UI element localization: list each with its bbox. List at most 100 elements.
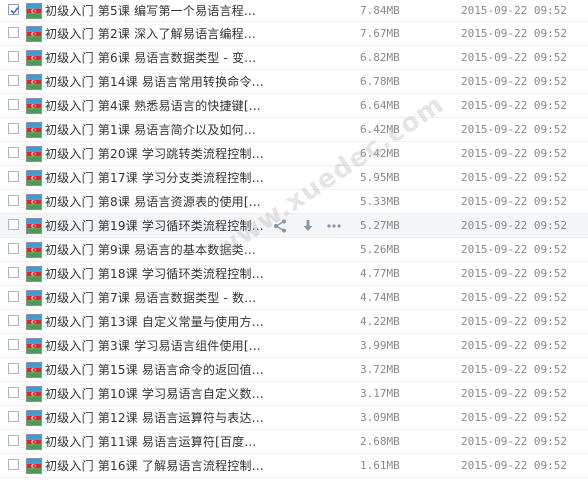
row-checkbox[interactable]	[8, 459, 19, 470]
file-type-icon	[26, 410, 42, 426]
file-size: 6.64MB	[360, 99, 400, 112]
row-checkbox[interactable]	[8, 219, 19, 230]
more-icon[interactable]	[326, 218, 342, 234]
file-modified-date: 2015-09-22 09:52	[461, 51, 567, 64]
file-row[interactable]: 初级入门 第6课 易语言数据类型 - 变... 6.82MB 2015-09-22 …	[0, 46, 588, 70]
row-checkbox[interactable]	[8, 27, 19, 38]
file-size: 5.33MB	[360, 195, 400, 208]
file-modified-date: 2015-09-22 09:52	[461, 75, 567, 88]
row-checkbox[interactable]	[8, 195, 19, 206]
file-name[interactable]: 初级入门 第16课 了解易语言流程控制...	[45, 454, 277, 478]
file-modified-date: 2015-09-22 09:52	[461, 435, 567, 448]
file-modified-date: 2015-09-22 09:52	[461, 387, 567, 400]
file-row[interactable]: 初级入门 第5课 编写第一个易语言程... 7.84MB 2015-09-22 09…	[0, 0, 588, 22]
file-size: 5.26MB	[360, 243, 400, 256]
file-size: 4.74MB	[360, 291, 400, 304]
file-name[interactable]: 初级入门 第2课 深入了解易语言编程...	[45, 22, 277, 46]
file-modified-date: 2015-09-22 09:52	[461, 459, 567, 472]
file-name[interactable]: 初级入门 第17课 学习分支类流程控制...	[45, 166, 277, 190]
file-name[interactable]: 初级入门 第12课 易语言运算符与表达...	[45, 406, 277, 430]
row-checkbox[interactable]	[8, 51, 19, 62]
file-size: 7.84MB	[360, 4, 400, 17]
file-type-icon	[26, 218, 42, 234]
file-name[interactable]: 初级入门 第11课 易语言运算符[百度...	[45, 430, 277, 454]
file-type-icon	[26, 338, 42, 354]
file-row[interactable]: 初级入门 第1课 易语言简介以及如何... 6.42MB 2015-09-22 09…	[0, 118, 588, 142]
file-modified-date: 2015-09-22 09:52	[461, 147, 567, 160]
file-name[interactable]: 初级入门 第20课 学习跳转类流程控制...	[45, 142, 277, 166]
row-checkbox[interactable]	[8, 387, 19, 398]
file-type-icon	[26, 242, 42, 258]
file-modified-date: 2015-09-22 09:52	[461, 219, 567, 232]
row-checkbox[interactable]	[8, 315, 19, 326]
file-row[interactable]: 初级入门 第8课 易语言资源表的使用[... 5.33MB 2015-09-22 0…	[0, 190, 588, 214]
file-name[interactable]: 初级入门 第5课 编写第一个易语言程...	[45, 0, 277, 24]
file-row[interactable]: 初级入门 第2课 深入了解易语言编程... 7.67MB 2015-09-22 09…	[0, 22, 588, 46]
file-row[interactable]: 初级入门 第10课 学习易语言自定义数... 3.17MB 2015-09-22 0…	[0, 382, 588, 406]
file-row[interactable]: 初级入门 第18课 学习循环类流程控制... 4.77MB 2015-09-22 0…	[0, 262, 588, 286]
file-name[interactable]: 初级入门 第15课 易语言命令的返回值...	[45, 358, 277, 382]
file-name[interactable]: 初级入门 第1课 易语言简介以及如何...	[45, 118, 277, 142]
file-row[interactable]: 初级入门 第13课 自定义常量与使用方... 4.22MB 2015-09-22 0…	[0, 310, 588, 334]
file-type-icon	[26, 74, 42, 90]
file-modified-date: 2015-09-22 09:52	[461, 4, 567, 17]
download-icon[interactable]	[300, 218, 316, 234]
file-name[interactable]: 初级入门 第18课 学习循环类流程控制...	[45, 262, 277, 286]
row-checkbox[interactable]	[8, 243, 19, 254]
row-checkbox[interactable]	[8, 363, 19, 374]
row-checkbox[interactable]	[8, 147, 19, 158]
file-type-icon	[26, 122, 42, 138]
file-modified-date: 2015-09-22 09:52	[461, 27, 567, 40]
file-row[interactable]: 初级入门 第9课 易语言的基本数据类... 5.26MB 2015-09-22 09…	[0, 238, 588, 262]
row-checkbox[interactable]	[8, 171, 19, 182]
file-type-icon	[26, 98, 42, 114]
file-name[interactable]: 初级入门 第14课 易语言常用转换命令...	[45, 70, 277, 94]
row-checkbox[interactable]	[8, 411, 19, 422]
file-size: 4.77MB	[360, 267, 400, 280]
row-checkbox[interactable]	[8, 339, 19, 350]
file-name[interactable]: 初级入门 第6课 易语言数据类型 - 变...	[45, 46, 277, 70]
file-row[interactable]: 初级入门 第14课 易语言常用转换命令... 6.78MB 2015-09-22 0…	[0, 70, 588, 94]
file-type-icon	[26, 170, 42, 186]
file-type-icon	[26, 434, 42, 450]
file-name[interactable]: 初级入门 第19课 学习循环类流程控制...	[45, 214, 277, 238]
file-type-icon	[26, 50, 42, 66]
file-modified-date: 2015-09-22 09:52	[461, 171, 567, 184]
file-row[interactable]: 初级入门 第11课 易语言运算符[百度... 2.68MB 2015-09-22 0…	[0, 430, 588, 454]
file-row[interactable]: 初级入门 第3课 学习易语言组件使用[... 3.99MB 2015-09-22 0…	[0, 334, 588, 358]
file-name[interactable]: 初级入门 第10课 学习易语言自定义数...	[45, 382, 277, 406]
file-size: 4.22MB	[360, 315, 400, 328]
row-checkbox[interactable]	[8, 291, 19, 302]
file-row[interactable]: 初级入门 第19课 学习循环类流程控制... 5.27MB 2015-09-22 …	[0, 214, 588, 238]
file-name[interactable]: 初级入门 第13课 自定义常量与使用方...	[45, 310, 277, 334]
file-modified-date: 2015-09-22 09:52	[461, 123, 567, 136]
file-modified-date: 2015-09-22 09:52	[461, 195, 567, 208]
row-checkbox[interactable]	[8, 75, 19, 86]
file-size: 3.72MB	[360, 363, 400, 376]
file-row[interactable]: 初级入门 第16课 了解易语言流程控制... 1.61MB 2015-09-22 0…	[0, 454, 588, 478]
file-name[interactable]: 初级入门 第7课 易语言数据类型 - 数...	[45, 286, 277, 310]
row-checkbox[interactable]	[8, 123, 19, 134]
file-name[interactable]: 初级入门 第3课 学习易语言组件使用[...	[45, 334, 277, 358]
file-row[interactable]: 初级入门 第17课 学习分支类流程控制... 5.95MB 2015-09-22 0…	[0, 166, 588, 190]
row-checkbox[interactable]	[8, 4, 19, 15]
file-row[interactable]: 初级入门 第4课 熟悉易语言的快捷键[... 6.64MB 2015-09-22 0…	[0, 94, 588, 118]
file-modified-date: 2015-09-22 09:52	[461, 411, 567, 424]
file-size: 2.68MB	[360, 435, 400, 448]
file-type-icon	[26, 194, 42, 210]
file-name[interactable]: 初级入门 第8课 易语言资源表的使用[...	[45, 190, 277, 214]
file-row[interactable]: 初级入门 第12课 易语言运算符与表达... 3.09MB 2015-09-22 0…	[0, 406, 588, 430]
file-size: 3.17MB	[360, 387, 400, 400]
file-row[interactable]: 初级入门 第7课 易语言数据类型 - 数... 4.74MB 2015-09-22 …	[0, 286, 588, 310]
file-row[interactable]: 初级入门 第15课 易语言命令的返回值... 3.72MB 2015-09-22 0…	[0, 358, 588, 382]
row-checkbox[interactable]	[8, 267, 19, 278]
share-icon[interactable]	[272, 218, 288, 234]
file-size: 7.67MB	[360, 27, 400, 40]
file-size: 3.09MB	[360, 411, 400, 424]
file-name[interactable]: 初级入门 第9课 易语言的基本数据类...	[45, 238, 277, 262]
row-checkbox[interactable]	[8, 435, 19, 446]
file-size: 1.61MB	[360, 459, 400, 472]
file-name[interactable]: 初级入门 第4课 熟悉易语言的快捷键[...	[45, 94, 277, 118]
row-checkbox[interactable]	[8, 99, 19, 110]
file-row[interactable]: 初级入门 第20课 学习跳转类流程控制... 6.42MB 2015-09-22 0…	[0, 142, 588, 166]
